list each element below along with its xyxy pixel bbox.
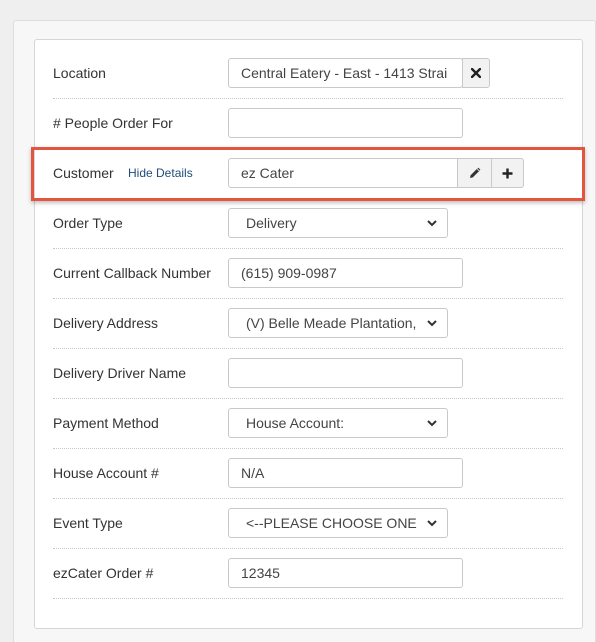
location-label: Location (53, 65, 106, 81)
event-type-row: Event Type <--PLEASE CHOOSE ONE (53, 499, 563, 549)
people-input[interactable] (228, 108, 463, 138)
event-type-value: <--PLEASE CHOOSE ONE (246, 515, 417, 531)
driver-label: Delivery Driver Name (53, 365, 187, 381)
chevron-down-icon (427, 220, 437, 227)
chevron-down-icon (427, 320, 437, 327)
callback-input[interactable]: (615) 909-0987 (228, 258, 463, 288)
event-type-label: Event Type (53, 515, 123, 531)
people-label: # People Order For (53, 115, 173, 131)
order-type-row: Order Type Delivery (53, 199, 563, 249)
order-type-value: Delivery (246, 215, 297, 231)
callback-row: Current Callback Number (615) 909-0987 (53, 249, 563, 299)
ezcater-order-input[interactable]: 12345 (228, 558, 463, 588)
payment-row: Payment Method House Account: (53, 399, 563, 449)
customer-row: Customer Hide Details ez Cater (53, 149, 563, 199)
payment-label: Payment Method (53, 415, 159, 431)
hide-details-link[interactable]: Hide Details (128, 166, 193, 180)
driver-input[interactable] (228, 358, 463, 388)
delivery-address-select[interactable]: (V) Belle Meade Plantation, (228, 308, 448, 338)
location-field[interactable]: Central Eatery - East - 1413 Strai (228, 58, 463, 88)
chevron-down-icon (427, 520, 437, 527)
payment-value: House Account: (246, 415, 345, 431)
chevron-down-icon (427, 420, 437, 427)
order-type-label: Order Type (53, 215, 123, 231)
pencil-icon (470, 167, 481, 178)
house-account-label: House Account # (53, 465, 159, 481)
people-row: # People Order For (53, 99, 563, 149)
delivery-address-label: Delivery Address (53, 315, 159, 331)
house-account-input[interactable]: N/A (228, 458, 463, 488)
edit-customer-button[interactable] (457, 158, 492, 188)
delivery-address-row: Delivery Address (V) Belle Meade Plantat… (53, 299, 563, 349)
order-type-select[interactable]: Delivery (228, 208, 448, 238)
customer-field[interactable]: ez Cater (228, 158, 458, 188)
times-icon (471, 68, 481, 78)
ezcater-order-row: ezCater Order # 12345 (53, 549, 563, 599)
driver-row: Delivery Driver Name (53, 349, 563, 399)
house-account-row: House Account # N/A (53, 449, 563, 499)
callback-label: Current Callback Number (53, 265, 211, 281)
customer-label: Customer (53, 165, 114, 181)
event-type-select[interactable]: <--PLEASE CHOOSE ONE (228, 508, 448, 538)
add-customer-button[interactable] (491, 158, 524, 188)
clear-location-button[interactable] (462, 58, 490, 88)
location-row: Location Central Eatery - East - 1413 St… (53, 49, 563, 99)
payment-select[interactable]: House Account: (228, 408, 448, 438)
delivery-address-value: (V) Belle Meade Plantation, (246, 315, 417, 331)
plus-icon (502, 168, 513, 178)
ezcater-order-label: ezCater Order # (53, 565, 154, 581)
